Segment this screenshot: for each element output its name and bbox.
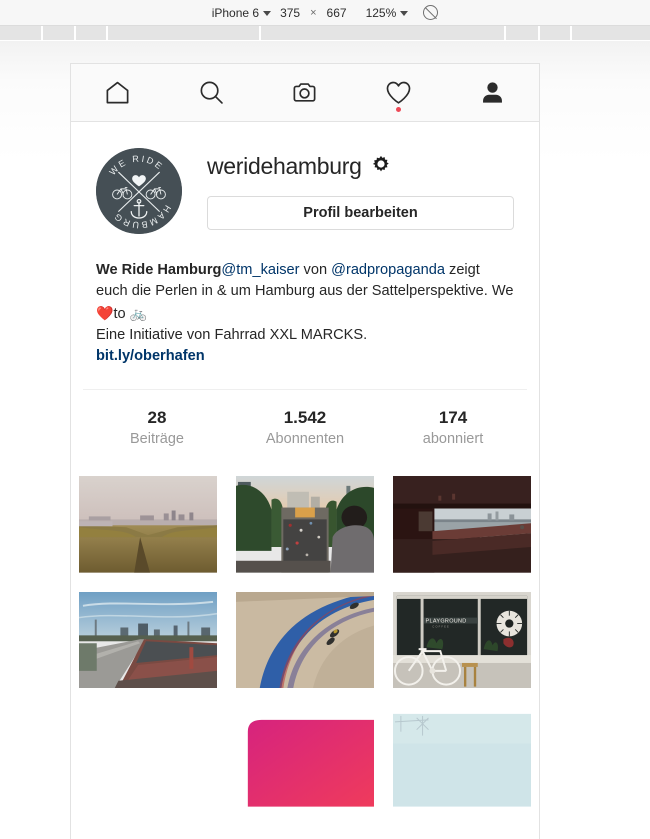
bio-mention-tm-kaiser[interactable]: @tm_kaiser — [221, 262, 299, 278]
grid-photo-5[interactable] — [236, 591, 374, 689]
avatar[interactable]: WE RIDE HAMBURG — [96, 148, 182, 234]
device-name-label: iPhone 6 — [211, 5, 260, 20]
username-row: weridehamburg — [207, 154, 514, 179]
stat-followers[interactable]: 1.542 Abonnenten — [231, 407, 379, 450]
photo-grid: PLAYGROUND COFFEE — [71, 475, 539, 689]
emulation-canvas: WE RIDE HAMBURG weridehamburg Profil bea… — [0, 41, 650, 839]
search-icon — [198, 79, 225, 106]
ruler-tick — [504, 26, 506, 41]
person-icon — [479, 79, 506, 106]
gear-icon[interactable] — [371, 154, 391, 179]
home-icon — [104, 79, 131, 106]
shop-sign-text: PLAYGROUND — [426, 618, 467, 624]
grid-photo-3[interactable] — [393, 475, 531, 573]
bio-text-4: Eine Initiative von Fahrrad XXL MARCKS. — [96, 326, 368, 343]
nav-activity[interactable] — [352, 64, 446, 121]
grid-photo-7[interactable] — [236, 710, 374, 807]
chevron-down-icon — [400, 10, 409, 16]
heart-emoji-icon: ❤️ — [96, 304, 114, 321]
grid-photo-7-placeholder — [79, 710, 217, 807]
device-emulation-toolbar: iPhone 6 375 × 667 125% — [0, 0, 650, 26]
ruler-tick — [41, 26, 43, 41]
bio-mention-radpropaganda[interactable]: @radpropaganda — [331, 262, 445, 278]
viewport-ruler — [0, 26, 650, 41]
camera-icon — [291, 79, 318, 106]
stat-followers-count: 1.542 — [283, 408, 327, 428]
dimension-separator: × — [310, 6, 317, 19]
nav-profile[interactable] — [445, 64, 539, 121]
viewport-height-input[interactable]: 667 — [327, 6, 347, 20]
profile-header: WE RIDE HAMBURG weridehamburg Profil bea… — [71, 122, 539, 234]
bio-display-name: We Ride Hamburg — [96, 262, 222, 278]
stat-posts[interactable]: 28 Beiträge — [83, 407, 231, 450]
zoom-selector[interactable]: 125% — [366, 6, 409, 20]
photo-grid-row-partial — [71, 710, 539, 807]
nav-search[interactable] — [165, 64, 259, 121]
nav-camera[interactable] — [258, 64, 352, 121]
bicycle-emoji-icon: 🚲 — [129, 304, 148, 321]
grid-photo-1[interactable] — [79, 475, 217, 573]
profile-bio: We Ride Hamburg@tm_kaiser von @radpropag… — [71, 234, 539, 367]
ruler-tick — [538, 26, 540, 41]
stat-posts-label: Beiträge — [129, 431, 184, 448]
profile-stats: 28 Beiträge 1.542 Abonnenten 174 abonnie… — [71, 390, 539, 450]
ruler-tick — [74, 26, 76, 41]
bio-website-link[interactable]: bit.ly/oberhafen — [96, 346, 514, 367]
grid-photo-6[interactable]: PLAYGROUND COFFEE — [393, 591, 531, 689]
edit-profile-button[interactable]: Profil bearbeiten — [207, 196, 514, 230]
grid-photo-2[interactable] — [236, 475, 374, 573]
stat-following-count: 174 — [438, 408, 468, 428]
ruler-tick — [259, 26, 261, 41]
chevron-down-icon — [263, 10, 272, 16]
page-title: weridehamburg — [207, 153, 362, 179]
grid-photo-4[interactable] — [79, 591, 217, 689]
heart-icon — [385, 80, 412, 105]
ruler-tick — [570, 26, 572, 41]
no-throttling-icon[interactable] — [423, 5, 439, 20]
zoom-level-label: 125% — [365, 5, 397, 20]
phone-viewport: WE RIDE HAMBURG weridehamburg Profil bea… — [70, 63, 540, 839]
ruler-tick — [106, 26, 108, 41]
nav-home[interactable] — [71, 64, 165, 121]
stat-followers-label: Abonnenten — [265, 431, 345, 448]
bio-text-3: to — [113, 305, 130, 322]
device-selector[interactable]: iPhone 6 — [211, 5, 272, 20]
viewport-width-input[interactable]: 375 — [280, 6, 300, 20]
stat-following[interactable]: 174 abonniert — [379, 407, 527, 450]
profile-info: weridehamburg Profil bearbeiten — [182, 148, 514, 230]
grid-photo-8[interactable] — [393, 710, 531, 807]
instagram-navbar — [71, 64, 539, 122]
we-ride-hamburg-logo: WE RIDE HAMBURG — [96, 148, 182, 234]
stat-following-label: abonniert — [422, 431, 484, 448]
bio-text-1: von — [299, 262, 332, 278]
activity-notification-badge — [396, 107, 402, 112]
stat-posts-count: 28 — [147, 408, 167, 428]
svg-text:COFFEE: COFFEE — [432, 624, 449, 628]
